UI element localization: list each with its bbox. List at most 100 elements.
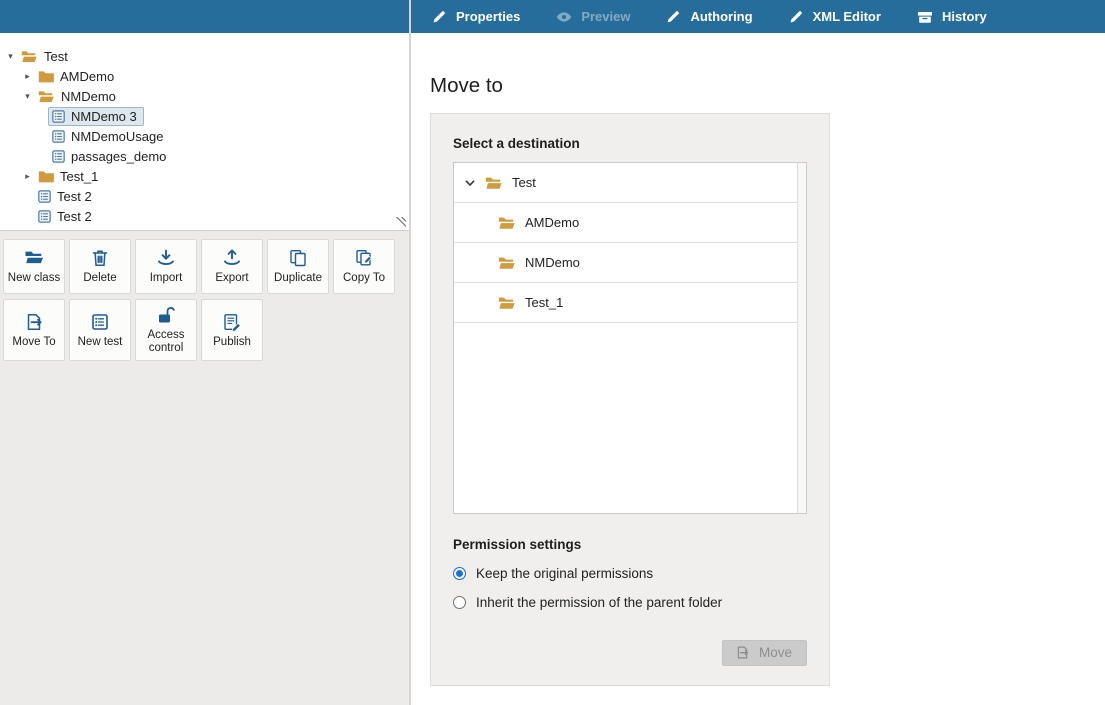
caret-down-icon[interactable]: ▾ <box>21 91 34 102</box>
action-label: Delete <box>83 272 116 285</box>
archive-icon <box>917 9 933 25</box>
folder-open-icon <box>21 50 38 63</box>
move-to-icon <box>24 312 44 332</box>
tab-label: XML Editor <box>813 9 881 24</box>
import-arrow-icon <box>156 248 176 268</box>
folder-open-icon <box>485 176 503 190</box>
radio-unselected-icon[interactable] <box>453 596 466 609</box>
copy-to-button[interactable]: Copy To <box>333 239 395 294</box>
tab-label: History <box>942 9 987 24</box>
destination-item-label: Test <box>512 175 536 190</box>
move-to-button[interactable]: Move To <box>3 299 65 361</box>
tab-properties[interactable]: Properties <box>432 0 520 33</box>
folder-closed-icon <box>38 170 54 183</box>
tree-item-amdemo[interactable]: ▸ AMDemo <box>0 66 409 86</box>
destination-heading: Select a destination <box>453 136 807 151</box>
destination-item-test[interactable]: Test <box>454 163 797 203</box>
destination-tree-box: Test AMDemo NMDemo Test_1 <box>453 162 807 514</box>
tree-item-test-2b[interactable]: Test 2 <box>0 206 409 226</box>
tree-item-label: passages_demo <box>71 149 166 164</box>
new-test-button[interactable]: New test <box>69 299 131 361</box>
access-control-button[interactable]: Access control <box>135 299 197 361</box>
tree-item-label: NMDemoUsage <box>71 129 163 144</box>
tree-item-label: Test 2 <box>57 209 92 224</box>
delete-button[interactable]: Delete <box>69 239 131 294</box>
permissions-heading: Permission settings <box>453 537 807 552</box>
tab-history[interactable]: History <box>917 0 987 33</box>
new-class-button[interactable]: New class <box>3 239 65 294</box>
tab-authoring[interactable]: Authoring <box>666 0 752 33</box>
destination-item-test-1[interactable]: Test_1 <box>454 283 797 323</box>
action-label: Export <box>215 272 248 285</box>
caret-right-icon[interactable]: ▸ <box>21 171 34 182</box>
test-document-icon <box>38 210 51 223</box>
action-label: New test <box>78 336 123 349</box>
resource-sidebar: ▾ Test ▸ AMDemo ▾ NMDemo NMDemo 3 NMDemo… <box>0 33 409 705</box>
export-button[interactable]: Export <box>201 239 263 294</box>
tree-resize-handle[interactable] <box>396 217 406 227</box>
tree-item-nmdemousage[interactable]: NMDemoUsage <box>0 126 409 146</box>
tree-item-passages-demo[interactable]: passages_demo <box>0 146 409 166</box>
padlock-open-icon <box>156 305 176 325</box>
radio-inherit-permissions[interactable]: Inherit the permission of the parent fol… <box>453 595 807 610</box>
action-label: Copy To <box>343 272 385 285</box>
tree-item-test-1[interactable]: ▸ Test_1 <box>0 166 409 186</box>
chevron-down-icon[interactable] <box>464 177 476 189</box>
test-document-icon <box>52 150 65 163</box>
publish-button[interactable]: Publish <box>201 299 263 361</box>
action-button-grid: New class Delete Import Export Duplicate… <box>0 231 409 361</box>
top-action-bar: Properties Preview Authoring XML Editor … <box>0 0 1105 33</box>
action-row-2: Move To New test Access control Publish <box>3 299 407 361</box>
tab-preview: Preview <box>556 0 630 33</box>
folder-open-icon <box>498 296 516 310</box>
tree-item-nmdemo[interactable]: ▾ NMDemo <box>0 86 409 106</box>
move-to-icon <box>735 645 750 660</box>
caret-down-icon[interactable]: ▾ <box>4 51 17 62</box>
move-button-row: Move <box>453 640 807 666</box>
copy-to-icon <box>354 248 374 268</box>
tab-label: Authoring <box>690 9 752 24</box>
tab-label: Properties <box>456 9 520 24</box>
action-label: Move To <box>12 336 55 349</box>
destination-item-amdemo[interactable]: AMDemo <box>454 203 797 243</box>
pencil-icon <box>789 9 804 24</box>
action-label: Duplicate <box>274 272 322 285</box>
tree-item-label: Test <box>44 49 68 64</box>
resource-tree: ▾ Test ▸ AMDemo ▾ NMDemo NMDemo 3 NMDemo… <box>0 33 409 226</box>
tab-strip: Properties Preview Authoring XML Editor … <box>432 0 987 33</box>
tree-item-label: NMDemo 3 <box>71 109 137 124</box>
action-label: Import <box>150 272 183 285</box>
destination-item-label: Test_1 <box>525 295 563 310</box>
test-document-icon <box>38 190 51 203</box>
tree-item-test-2[interactable]: Test 2 <box>0 186 409 206</box>
move-button[interactable]: Move <box>722 640 807 666</box>
destination-item-label: AMDemo <box>525 215 579 230</box>
eye-icon <box>556 9 572 25</box>
test-document-icon <box>52 130 65 143</box>
destination-item-label: NMDemo <box>525 255 580 270</box>
tree-item-nmdemo-3-selected[interactable]: NMDemo 3 <box>0 106 409 126</box>
caret-right-icon[interactable]: ▸ <box>21 71 34 82</box>
tree-item-label: AMDemo <box>60 69 114 84</box>
destination-scrollbar[interactable] <box>797 163 806 513</box>
tree-item-test[interactable]: ▾ Test <box>0 46 409 66</box>
tab-label: Preview <box>581 9 630 24</box>
import-button[interactable]: Import <box>135 239 197 294</box>
duplicate-button[interactable]: Duplicate <box>267 239 329 294</box>
radio-selected-icon[interactable] <box>453 567 466 580</box>
tab-xml-editor[interactable]: XML Editor <box>789 0 881 33</box>
action-label: Access control <box>138 329 194 355</box>
tree-item-label: Test_1 <box>60 169 98 184</box>
test-document-icon <box>52 110 65 123</box>
pencil-icon <box>666 9 681 24</box>
radio-keep-permissions[interactable]: Keep the original permissions <box>453 566 807 581</box>
destination-item-nmdemo[interactable]: NMDemo <box>454 243 797 283</box>
duplicate-pages-icon <box>288 248 308 268</box>
folder-closed-icon <box>38 70 54 83</box>
tree-item-label: Test 2 <box>57 189 92 204</box>
move-button-label: Move <box>759 645 792 660</box>
export-arrow-icon <box>222 248 242 268</box>
radio-label: Inherit the permission of the parent fol… <box>476 595 722 610</box>
publish-icon <box>222 312 242 332</box>
resource-tree-panel: ▾ Test ▸ AMDemo ▾ NMDemo NMDemo 3 NMDemo… <box>0 33 409 231</box>
